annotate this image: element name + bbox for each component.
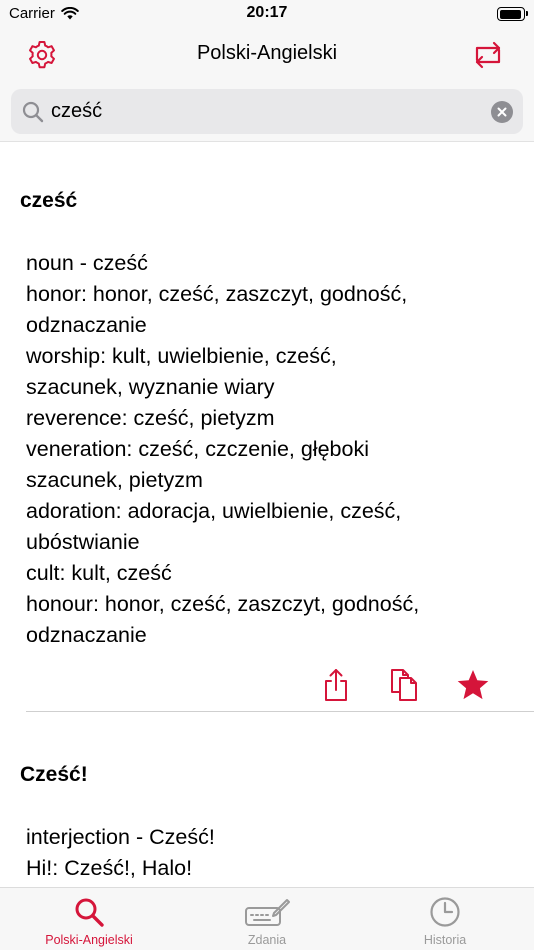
swap-languages-icon [475,41,501,69]
battery-level [499,9,521,19]
star-icon [457,670,489,700]
tab-label: Historia [423,933,467,947]
entry-headword: Cześć! [20,763,88,786]
definition-line: cult: kult, cześć [26,561,172,585]
definition-line: szacunek, pietyzm [26,468,203,492]
definition-line: honor: honor, cześć, zaszczyt, godność, [26,282,408,306]
results-list[interactable]: cześć noun - cześć honor: honor, cześć, … [0,143,534,887]
definition-line: reverence: cześć, pietyzm [26,406,275,430]
status-time: 20:17 [246,4,288,21]
entry-definitions: interjection - Cześć! Hi!: Cześć!, Halo! [26,822,516,884]
copy-button[interactable] [384,663,424,707]
clear-search-button[interactable] [491,101,513,123]
entry-actions [0,663,534,713]
entry-definitions: noun - cześć honor: honor, cześć, zaszcz… [26,248,516,651]
search-input[interactable] [51,89,481,134]
entry-divider [26,711,534,712]
definition-line: worship: kult, uwielbienie, cześć, [26,344,337,368]
tab-zdania[interactable]: Zdania [178,888,356,950]
share-icon [325,669,347,701]
definition-line: Hi!: Cześć!, Halo! [26,856,193,880]
copy-icon [391,669,417,701]
tab-historia[interactable]: Historia [356,888,534,950]
swap-languages-button[interactable] [468,38,508,72]
share-button[interactable] [316,663,356,707]
search-bar[interactable] [11,89,523,134]
definition-line: odznaczanie [26,313,147,337]
search-icon [75,898,104,927]
tab-bar: Polski-Angielski Zdania Historia [0,887,534,950]
definition-line: veneration: cześć, czczenie, głęboki [26,437,369,461]
definition-line: adoration: adoracja, uwielbienie, cześć, [26,499,402,523]
definition-line: interjection - Cześć! [26,825,215,849]
tab-label: Zdania [247,933,287,947]
keyboard-pen-icon [245,899,290,926]
definition-line: honour: honor, cześć, zaszczyt, godność, [26,592,420,616]
favorite-button[interactable] [453,663,493,707]
magnifier-icon [22,101,44,123]
nav-bar: Polski-Angielski [0,28,534,82]
entry-headword: cześć [20,189,78,212]
definition-line: szacunek, wyznanie wiary [26,375,275,399]
close-icon [497,107,507,117]
clock-icon [430,897,460,927]
page-title: Polski-Angielski [196,42,338,64]
definition-line: noun - cześć [26,251,148,275]
status-bar: Carrier 20:17 [0,0,534,28]
definition-line: ubóstwianie [26,530,140,554]
search-area [0,82,534,142]
tab-polski-angielski[interactable]: Polski-Angielski [0,888,178,950]
definition-line: odznaczanie [26,623,147,647]
tab-label: Polski-Angielski [45,933,133,947]
battery-icon [497,7,528,21]
